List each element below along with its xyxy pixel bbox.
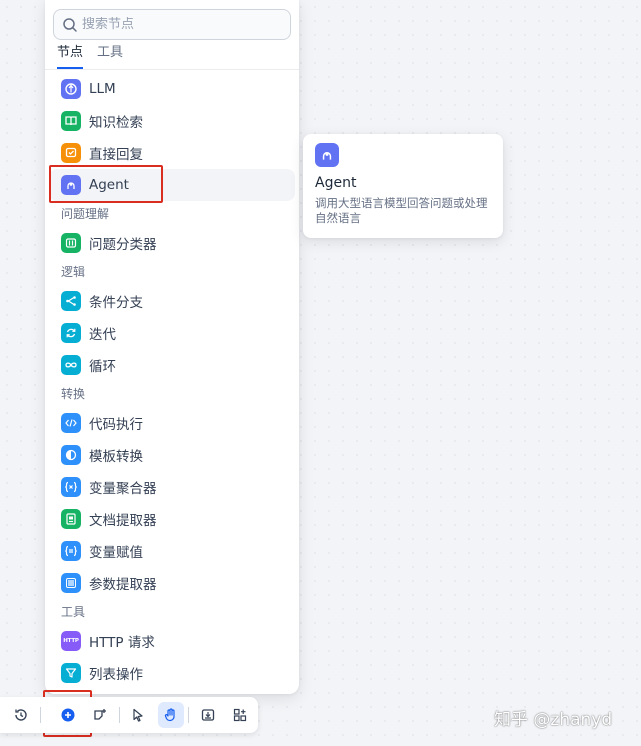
code-icon — [61, 413, 81, 433]
search-icon — [63, 17, 77, 32]
node-label: HTTP 请求 — [89, 635, 155, 651]
section-header-transform: 转换 — [61, 387, 86, 401]
node-item-code[interactable]: 代码执行 — [49, 407, 295, 439]
export-icon — [201, 709, 215, 721]
question-classifier-icon — [61, 233, 81, 253]
parameter-extractor-icon — [61, 573, 81, 593]
doc-extractor-icon — [61, 509, 81, 529]
node-label: 循环 — [89, 359, 116, 375]
history-button[interactable] — [8, 702, 34, 728]
organize-button[interactable] — [227, 702, 253, 728]
node-item-iteration[interactable]: 迭代 — [49, 317, 295, 349]
node-list: LLM 知识检索 直接回复 Agent 问题理解 问题分类器 逻辑 条件分支 迭… — [49, 73, 295, 689]
toolbar-divider — [40, 707, 41, 723]
node-item-loop[interactable]: 循环 — [49, 349, 295, 381]
knowledge-retrieval-icon — [61, 111, 81, 131]
section-header-understanding: 问题理解 — [61, 207, 110, 221]
http-icon: HTTP — [61, 631, 81, 651]
organize-icon — [233, 708, 247, 722]
node-item-llm[interactable]: LLM — [49, 73, 295, 105]
tooltip-description: 调用大型语言模型回答问题或处理自然语言 — [315, 196, 488, 225]
section-header-tools: 工具 — [61, 605, 86, 619]
canvas-toolbar — [0, 697, 258, 733]
loop-icon — [61, 355, 81, 375]
tab-tools[interactable]: 工具 — [97, 44, 123, 69]
node-label: 条件分支 — [89, 295, 143, 311]
node-item-variable-assign[interactable]: 变量赋值 — [49, 535, 295, 567]
pointer-button[interactable] — [125, 702, 151, 728]
variable-aggregator-icon — [61, 477, 81, 497]
http-badge-text: HTTP — [63, 638, 79, 644]
node-label: 代码执行 — [89, 417, 143, 433]
node-item-http-request[interactable]: HTTP HTTP 请求 — [49, 625, 295, 657]
node-label: 列表操作 — [89, 667, 143, 683]
node-item-question-classifier[interactable]: 问题分类器 — [49, 227, 295, 259]
node-label: 问题分类器 — [89, 237, 157, 253]
tooltip-title: Agent — [315, 175, 357, 191]
agent-icon — [61, 175, 81, 195]
hand-icon — [164, 708, 175, 722]
node-label: Agent — [89, 177, 129, 193]
node-label: 迭代 — [89, 327, 116, 343]
llm-icon — [61, 79, 81, 99]
add-note-button[interactable] — [87, 702, 113, 728]
node-item-if-else[interactable]: 条件分支 — [49, 285, 295, 317]
section-header-logic: 逻辑 — [61, 265, 86, 279]
hand-button[interactable] — [158, 702, 184, 728]
node-item-direct-reply[interactable]: 直接回复 — [49, 137, 295, 169]
tabs-divider — [45, 69, 299, 70]
node-item-parameter-extractor[interactable]: 参数提取器 — [49, 567, 295, 599]
node-label: 参数提取器 — [89, 577, 157, 593]
template-icon — [61, 445, 81, 465]
node-item-doc-extractor[interactable]: 文档提取器 — [49, 503, 295, 535]
node-label: LLM — [89, 81, 116, 97]
tab-nodes[interactable]: 节点 — [57, 44, 84, 69]
node-item-agent[interactable]: Agent — [49, 169, 295, 201]
if-else-icon — [61, 291, 81, 311]
add-node-button[interactable] — [55, 702, 81, 728]
toolbar-divider — [119, 707, 120, 723]
direct-reply-icon — [61, 143, 81, 163]
add-note-icon — [94, 709, 106, 720]
pointer-icon — [133, 708, 143, 722]
variable-assign-icon — [61, 541, 81, 561]
watermark: 知乎 @zhanyd — [494, 710, 613, 730]
node-label: 模板转换 — [89, 449, 143, 465]
search-box[interactable] — [53, 9, 291, 40]
iteration-icon — [61, 323, 81, 343]
node-selector-panel: 节点 工具 LLM 知识检索 直接回复 — [45, 0, 299, 694]
node-item-variable-aggregator[interactable]: 变量聚合器 — [49, 471, 295, 503]
add-node-icon — [61, 708, 75, 722]
search-input[interactable] — [82, 17, 272, 32]
node-label: 变量聚合器 — [89, 481, 157, 497]
node-label: 变量赋值 — [89, 545, 143, 561]
node-label: 直接回复 — [89, 147, 143, 163]
node-label: 文档提取器 — [89, 513, 157, 529]
node-item-list-operation[interactable]: 列表操作 — [49, 657, 295, 689]
history-icon — [15, 709, 27, 721]
tab-bar: 节点 工具 — [57, 44, 123, 69]
list-filter-icon — [61, 663, 81, 683]
node-item-knowledge-retrieval[interactable]: 知识检索 — [49, 105, 295, 137]
agent-icon — [315, 143, 339, 167]
node-tooltip: Agent 调用大型语言模型回答问题或处理自然语言 — [303, 134, 503, 238]
node-item-template[interactable]: 模板转换 — [49, 439, 295, 471]
node-label: 知识检索 — [89, 115, 143, 131]
export-button[interactable] — [195, 702, 221, 728]
toolbar-divider — [188, 707, 189, 723]
